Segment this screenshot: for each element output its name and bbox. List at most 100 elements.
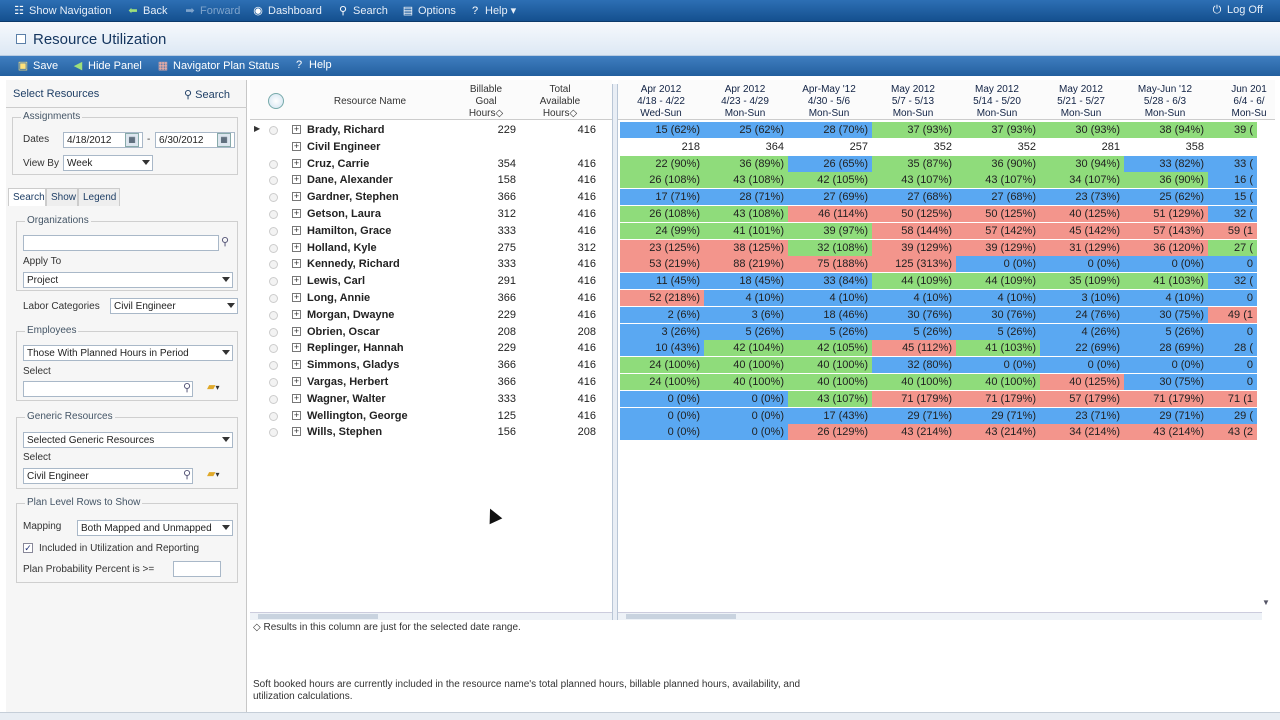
table-row[interactable]: + Vargas, Herbert 366 416 24 (100%) 40 (100%)… (250, 374, 1275, 391)
utilization-cell[interactable]: 44 (109%) (872, 273, 956, 290)
utilization-cell[interactable]: 42 (105%) (788, 172, 872, 189)
utilization-cell[interactable]: 75 (188%) (788, 256, 872, 273)
row-status-dot[interactable] (269, 361, 278, 371)
left-horizontal-scrollbar[interactable] (250, 612, 612, 620)
table-row[interactable]: + Gardner, Stephen 366 416 17 (71%) 28 (71%) 2… (250, 189, 1275, 206)
expand-row-icon[interactable]: + (292, 427, 301, 437)
utilization-cell[interactable]: 0 (0%) (704, 390, 788, 407)
utilization-cell[interactable]: 15 (62%) (620, 122, 704, 138)
utilization-cell[interactable]: 28 (69%) (1124, 340, 1208, 357)
generic-resources-select-input[interactable]: Civil Engineer (23, 468, 193, 484)
help-menu-button[interactable]: ? Help ▾ (468, 4, 516, 17)
period-header[interactable]: May 2012 5/14 - 5/20 Mon-Sun (956, 84, 1038, 120)
utilization-cell[interactable]: 43 (214%) (872, 424, 956, 441)
resource-name[interactable]: Hamilton, Grace (307, 225, 391, 237)
utilization-cell[interactable]: 43 (107%) (872, 172, 956, 189)
utilization-cell[interactable]: 23 (71%) (1040, 407, 1124, 424)
expand-row-icon[interactable]: + (292, 175, 301, 185)
utilization-cell[interactable]: 40 (125%) (1040, 374, 1124, 390)
table-row[interactable]: + Hamilton, Grace 333 416 24 (99%) 41 (101%) 3… (250, 222, 1275, 240)
utilization-cell[interactable]: 18 (46%) (788, 306, 872, 323)
utilization-cell[interactable]: 32 ( (1208, 273, 1257, 290)
utilization-cell[interactable]: 57 (142%) (956, 222, 1040, 239)
utilization-cell[interactable]: 71 (179%) (872, 390, 956, 407)
utilization-cell[interactable]: 71 (179%) (1124, 390, 1208, 407)
probability-input[interactable] (173, 561, 221, 577)
search-button[interactable]: ⚲ Search (336, 4, 388, 17)
utilization-cell[interactable]: 0 (0%) (620, 407, 704, 424)
utilization-cell[interactable]: 4 (10%) (704, 290, 788, 306)
utilization-cell[interactable]: 36 (120%) (1124, 239, 1208, 256)
expand-row-icon[interactable]: + (292, 326, 301, 336)
table-row[interactable]: + Lewis, Carl 291 416 11 (45%) 18 (45%) 33 (84… (250, 273, 1275, 290)
row-status-dot[interactable] (269, 411, 278, 421)
utilization-cell[interactable]: 57 (143%) (1124, 222, 1208, 239)
utilization-cell[interactable]: 40 (100%) (956, 374, 1040, 390)
forward-button[interactable]: ➡ Forward (183, 4, 240, 17)
row-status-dot[interactable] (269, 428, 278, 438)
utilization-cell[interactable]: 50 (125%) (956, 206, 1040, 222)
row-status-dot[interactable] (269, 394, 278, 404)
utilization-cell[interactable]: 5 (26%) (704, 323, 788, 340)
resource-name[interactable]: Simmons, Gladys (307, 359, 399, 371)
search-icon[interactable]: ⚲ (221, 235, 229, 248)
expand-row-icon[interactable]: + (292, 276, 301, 286)
utilization-cell[interactable]: 28 (71%) (704, 189, 788, 206)
utilization-cell[interactable]: 257 (788, 138, 872, 155)
tab-show[interactable]: Show (46, 188, 78, 206)
utilization-cell[interactable]: 39 (97%) (788, 222, 872, 239)
period-header[interactable]: May-Jun '12 5/28 - 6/3 Mon-Sun (1124, 84, 1206, 120)
utilization-cell[interactable]: 30 (93%) (1040, 122, 1124, 138)
utilization-cell[interactable]: 40 (100%) (704, 374, 788, 390)
generic-resources-select[interactable]: Selected Generic Resources (23, 432, 233, 448)
table-row[interactable]: + Wellington, George 125 416 0 (0%) 0 (0%) 17 … (250, 407, 1275, 425)
utilization-cell[interactable]: 23 (73%) (1040, 189, 1124, 206)
utilization-cell[interactable]: 24 (100%) (620, 374, 704, 390)
utilization-cell[interactable]: 29 ( (1208, 407, 1257, 424)
utilization-cell[interactable]: 34 (107%) (1040, 172, 1124, 189)
utilization-cell[interactable]: 34 (214%) (1040, 424, 1124, 441)
utilization-cell[interactable]: 33 (84%) (788, 273, 872, 290)
search-icon[interactable]: ⚲ (183, 381, 191, 394)
resource-name[interactable]: Obrien, Oscar (307, 326, 380, 338)
expand-row-icon[interactable]: + (292, 293, 301, 302)
utilization-cell[interactable]: 32 ( (1208, 206, 1257, 222)
utilization-cell[interactable]: 25 (62%) (1124, 189, 1208, 206)
table-row[interactable]: + Simmons, Gladys 366 416 24 (100%) 40 (100%)… (250, 357, 1275, 374)
utilization-cell[interactable]: 0 (1208, 256, 1257, 273)
table-row[interactable]: + Morgan, Dwayne 229 416 2 (6%) 3 (6%) 18 (46%… (250, 306, 1275, 324)
show-navigation-button[interactable]: ☷ Show Navigation (12, 4, 112, 17)
utilization-cell[interactable]: 38 (125%) (704, 239, 788, 256)
calendar-icon[interactable]: ▦ (217, 133, 231, 147)
period-header[interactable]: Apr 2012 4/18 - 4/22 Wed-Sun (620, 84, 702, 120)
utilization-cell[interactable]: 3 (6%) (704, 306, 788, 323)
utilization-cell[interactable]: 27 ( (1208, 239, 1257, 256)
utilization-cell[interactable]: 0 (0%) (956, 256, 1040, 273)
utilization-cell[interactable]: 57 (179%) (1040, 390, 1124, 407)
logoff-button[interactable]: ⏻ Log Off (1210, 4, 1263, 17)
expand-row-icon[interactable]: + (292, 242, 301, 252)
utilization-cell[interactable]: 24 (76%) (1040, 306, 1124, 323)
utilization-cell[interactable]: 59 (1 (1208, 222, 1257, 239)
labor-categories-select[interactable]: Civil Engineer (110, 298, 238, 314)
resource-name-header[interactable]: Resource Name (330, 96, 410, 108)
row-status-dot[interactable] (269, 277, 278, 287)
utilization-cell[interactable]: 11 (45%) (620, 273, 704, 290)
utilization-cell[interactable]: 364 (704, 138, 788, 155)
utilization-cell[interactable]: 16 ( (1208, 172, 1257, 189)
utilization-cell[interactable]: 49 (1 (1208, 306, 1257, 323)
utilization-cell[interactable]: 24 (100%) (620, 357, 704, 374)
utilization-cell[interactable]: 218 (620, 138, 704, 155)
row-status-dot[interactable] (269, 176, 278, 186)
row-status-dot[interactable] (269, 126, 278, 135)
utilization-cell[interactable]: 40 (100%) (788, 374, 872, 390)
utilization-cell[interactable]: 0 (1208, 323, 1257, 340)
folder-icon[interactable]: ▰▾ (207, 380, 219, 393)
dashboard-button[interactable]: ◉ Dashboard (251, 4, 322, 17)
utilization-cell[interactable]: 5 (26%) (788, 323, 872, 340)
utilization-cell[interactable]: 15 ( (1208, 189, 1257, 206)
utilization-cell[interactable]: 36 (89%) (704, 155, 788, 172)
utilization-cell[interactable]: 36 (90%) (1124, 172, 1208, 189)
utilization-cell[interactable]: 4 (10%) (1124, 290, 1208, 306)
period-header[interactable]: Apr 2012 4/23 - 4/29 Mon-Sun (704, 84, 786, 120)
